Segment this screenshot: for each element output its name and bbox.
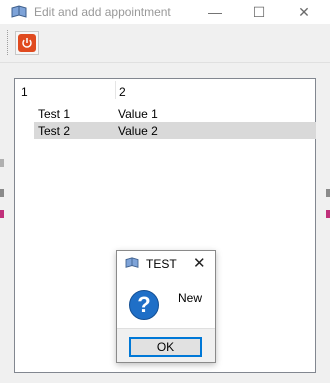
table-row-selected[interactable]: Test 2 Value 2 [34,122,316,139]
dialog-close-button[interactable]: ✕ [193,254,206,272]
column-header[interactable]: 1 [21,85,28,99]
table-cell: Test 1 [38,107,71,121]
app-book-icon [11,5,27,18]
main-window: Edit and add appointment — ☐ ✕ 1 2 Test … [0,0,330,383]
ok-button[interactable]: OK [129,337,202,357]
maximize-button[interactable]: ☐ [236,0,282,24]
window-title: Edit and add appointment [34,5,171,19]
power-icon [18,34,36,52]
edge-artifact [326,210,330,218]
close-button[interactable]: ✕ [281,0,327,24]
title-bar: Edit and add appointment — ☐ ✕ [0,0,330,24]
edge-artifact [326,189,330,197]
table-cell: Test 2 [38,124,71,138]
table-cell: Value 1 [118,107,158,121]
column-divider[interactable] [115,81,116,99]
column-header[interactable]: 2 [119,85,126,99]
edge-artifact [0,189,4,197]
dialog-body: ? New [117,275,215,329]
toolbar-grip [7,30,11,55]
dialog-message: New [178,291,203,305]
message-dialog: TEST ✕ ? New OK [116,250,216,363]
edge-artifact [0,159,4,167]
dialog-title: TEST [146,257,177,271]
exit-button[interactable] [15,31,39,55]
table-row[interactable]: Test 1 Value 1 [34,105,316,122]
dialog-title-bar: TEST ✕ [117,251,215,275]
table-cell: Value 2 [118,124,158,138]
minimize-button[interactable]: — [192,0,238,24]
question-icon: ? [129,290,159,320]
edge-artifact [0,210,4,218]
toolbar [0,24,330,63]
app-book-icon [125,257,139,268]
